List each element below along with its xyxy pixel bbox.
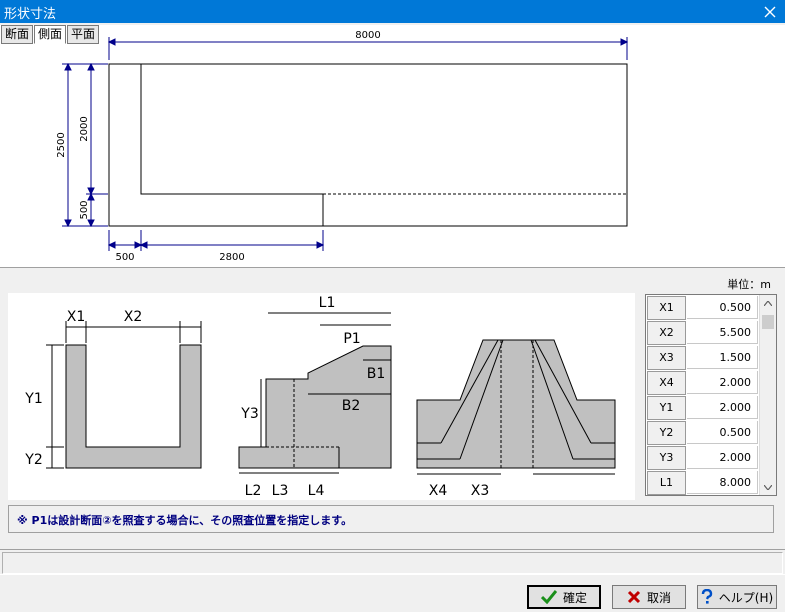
separator xyxy=(0,267,785,268)
table-row: Y2 0.500 xyxy=(646,420,759,445)
param-name: X2 xyxy=(647,321,686,345)
tab-plan[interactable]: 平面 xyxy=(67,25,100,44)
reference-diagram-panel: X1 X2 Y1 Y2 L1 P1 B1 B2 Y3 L2 L3 L4 X4 X… xyxy=(8,293,635,500)
table-row: X2 5.500 xyxy=(646,320,759,345)
side-view-drawing: 8000 2500 2000 500 500 2800 xyxy=(56,30,629,263)
param-name: X4 xyxy=(647,371,686,395)
param-name: L1 xyxy=(647,471,686,495)
dim-bottom: 500 xyxy=(79,200,90,219)
param-name: Y1 xyxy=(647,396,686,420)
label-l1: L1 xyxy=(319,295,336,311)
label-b1: B1 xyxy=(367,366,386,382)
label-x3: X3 xyxy=(471,483,490,499)
param-name: Y2 xyxy=(647,421,686,445)
dim-total-width: 8000 xyxy=(355,30,380,41)
side-section-shape xyxy=(238,345,392,469)
param-value-input[interactable]: 2.000 xyxy=(687,396,758,419)
inner-outline xyxy=(140,64,324,226)
label-y3: Y3 xyxy=(240,406,258,422)
title-bar: 形状寸法 xyxy=(0,0,785,23)
label-l4: L4 xyxy=(308,483,325,499)
trapezoid-shape xyxy=(416,339,616,469)
dim-total-height: 2500 xyxy=(56,132,67,157)
param-value-input[interactable]: 0.500 xyxy=(687,421,758,444)
side-view-canvas: 8000 2500 2000 500 500 2800 xyxy=(0,25,785,267)
label-x1: X1 xyxy=(67,309,86,325)
u-section-shape xyxy=(65,344,202,469)
table-row: X1 0.500 xyxy=(646,295,759,320)
scroll-down-icon[interactable] xyxy=(760,479,776,495)
param-value-input[interactable]: 8.000 xyxy=(687,471,758,494)
cross-icon xyxy=(627,590,641,604)
dim-wall: 500 xyxy=(115,252,134,263)
question-icon xyxy=(701,589,713,605)
close-icon[interactable] xyxy=(755,0,785,23)
param-name: Y3 xyxy=(647,446,686,470)
wall-outline xyxy=(108,63,628,227)
ok-button[interactable]: 確定 xyxy=(527,585,601,609)
view-tabs: 断面 側面 平面 xyxy=(1,25,100,44)
table-row: Y3 2.000 xyxy=(646,445,759,470)
scroll-thumb[interactable] xyxy=(762,315,774,329)
scroll-up-icon[interactable] xyxy=(760,295,776,311)
unit-label: 単位：m xyxy=(727,278,771,291)
grid-scrollbar[interactable] xyxy=(759,295,776,495)
window-title: 形状寸法 xyxy=(4,7,57,22)
cancel-button[interactable]: 取消 xyxy=(612,585,686,609)
table-row: Y1 2.000 xyxy=(646,395,759,420)
table-row: X4 2.000 xyxy=(646,370,759,395)
label-l3: L3 xyxy=(272,483,289,499)
note-text: ※ P1は設計断面②を照査する場合に、その照査位置を指定します。 xyxy=(17,514,353,527)
tab-section[interactable]: 断面 xyxy=(1,25,34,44)
note-box: ※ P1は設計断面②を照査する場合に、その照査位置を指定します。 xyxy=(8,505,774,533)
reference-diagrams: X1 X2 Y1 Y2 L1 P1 B1 B2 Y3 L2 L3 L4 X4 X… xyxy=(24,295,616,499)
label-b2: B2 xyxy=(342,398,361,414)
ok-label: 確定 xyxy=(562,590,587,605)
table-row: X3 1.500 xyxy=(646,345,759,370)
label-p1: P1 xyxy=(343,331,360,347)
param-value-input[interactable]: 2.000 xyxy=(687,446,758,469)
label-x4: X4 xyxy=(429,483,448,499)
table-row: L1 8.000 xyxy=(646,470,759,495)
label-y1: Y1 xyxy=(24,391,42,407)
label-l2: L2 xyxy=(245,483,262,499)
param-value-input[interactable]: 2.000 xyxy=(687,371,758,394)
label-y2: Y2 xyxy=(24,452,42,468)
tab-side[interactable]: 側面 xyxy=(34,25,67,44)
dim-inner-height: 2000 xyxy=(79,116,90,141)
checkmark-icon xyxy=(540,590,557,604)
help-label: ヘルプ(H) xyxy=(718,590,774,605)
param-value-input[interactable]: 5.500 xyxy=(687,321,758,344)
param-value-input[interactable]: 1.500 xyxy=(687,346,758,369)
param-name: X3 xyxy=(647,346,686,370)
param-value-input[interactable]: 0.500 xyxy=(687,296,758,319)
status-bar xyxy=(0,549,785,575)
cancel-label: 取消 xyxy=(646,590,671,605)
label-x2: X2 xyxy=(124,309,143,325)
help-button[interactable]: ヘルプ(H) xyxy=(697,585,777,609)
parameter-grid: X1 0.500 X2 5.500 X3 1.500 X4 2.000 Y1 2.000 … xyxy=(645,294,777,496)
dim-opening: 2800 xyxy=(219,252,244,263)
param-name: X1 xyxy=(647,296,686,320)
